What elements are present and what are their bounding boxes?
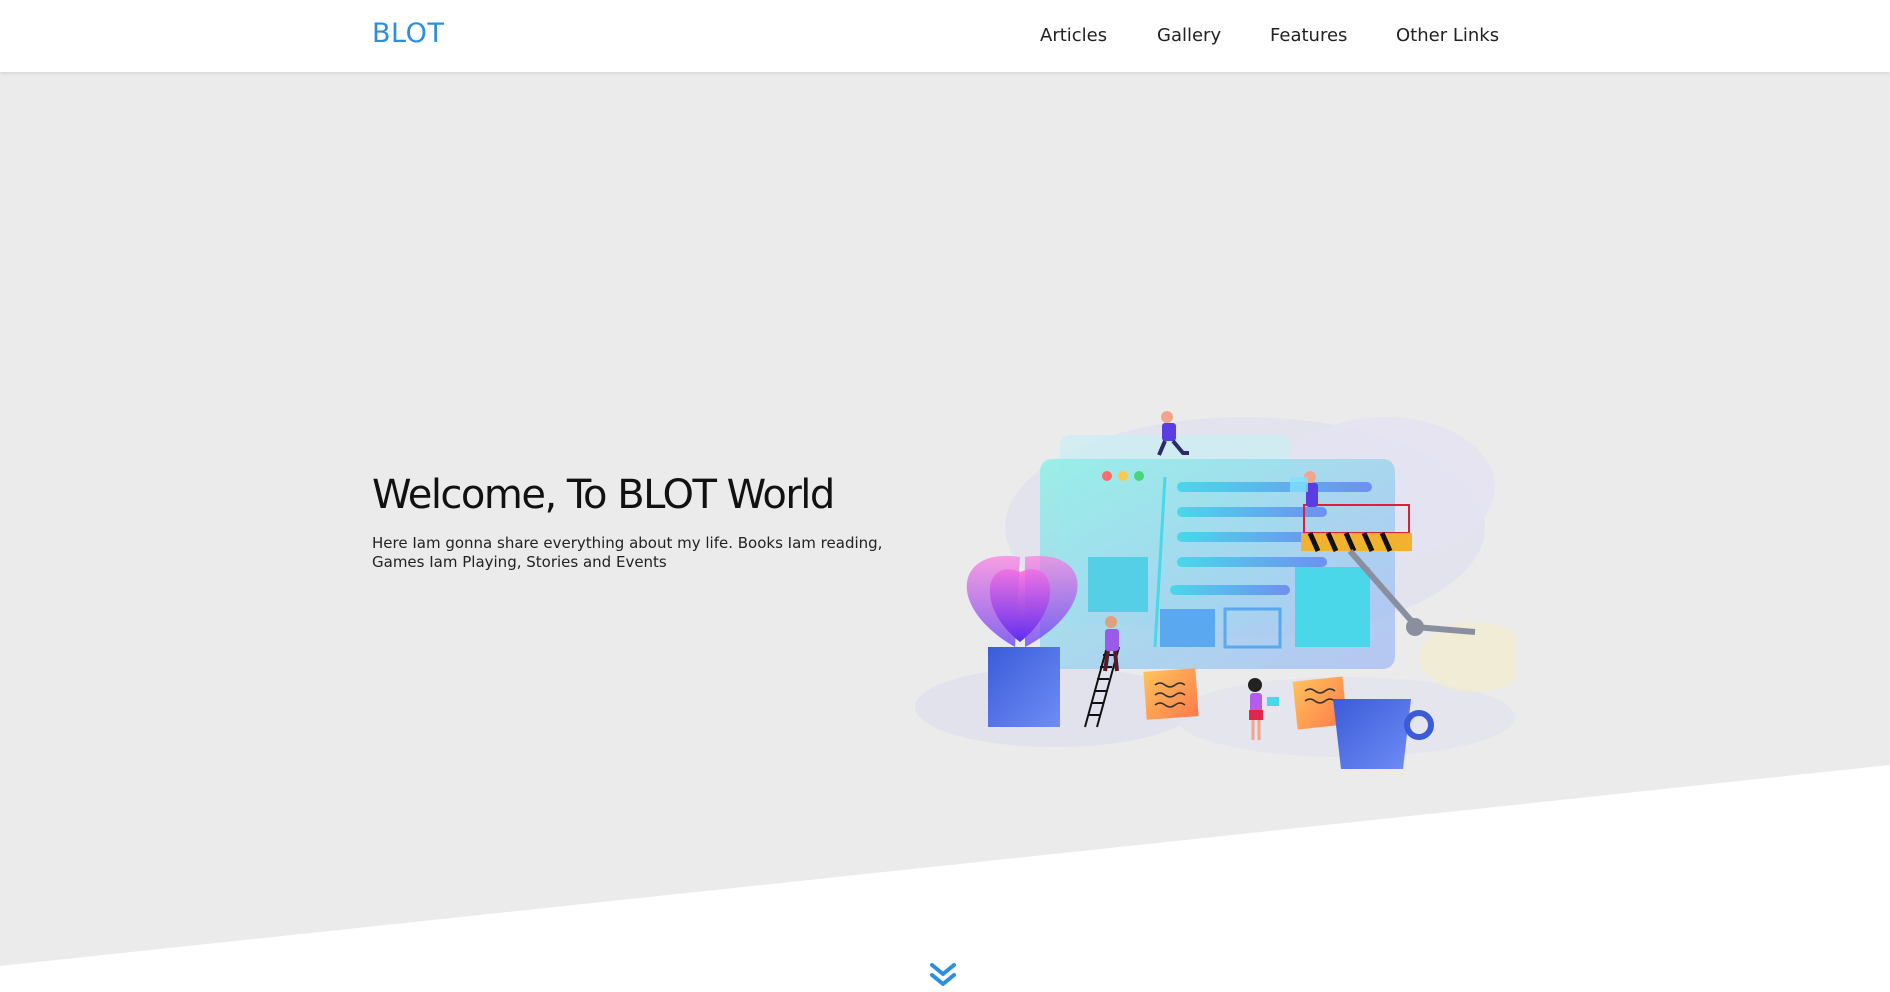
- nav-link-other-links[interactable]: Other Links: [1396, 25, 1499, 46]
- hero-description: Here Iam gonna share everything about my…: [372, 534, 883, 571]
- nav-link-articles[interactable]: Articles: [1040, 25, 1107, 46]
- brand-logo[interactable]: BLOT: [372, 18, 444, 49]
- nav-link-features[interactable]: Features: [1270, 25, 1347, 46]
- hero-section: Welcome, To BLOT World Here Iam gonna sh…: [0, 72, 1890, 986]
- hero-title: Welcome, To BLOT World: [372, 472, 835, 518]
- navbar: BLOT Articles Gallery Features Other Lin…: [0, 0, 1890, 72]
- nav-link-gallery[interactable]: Gallery: [1157, 25, 1221, 46]
- double-chevron-down-icon[interactable]: [928, 962, 958, 992]
- hero-illustration: [915, 411, 1515, 769]
